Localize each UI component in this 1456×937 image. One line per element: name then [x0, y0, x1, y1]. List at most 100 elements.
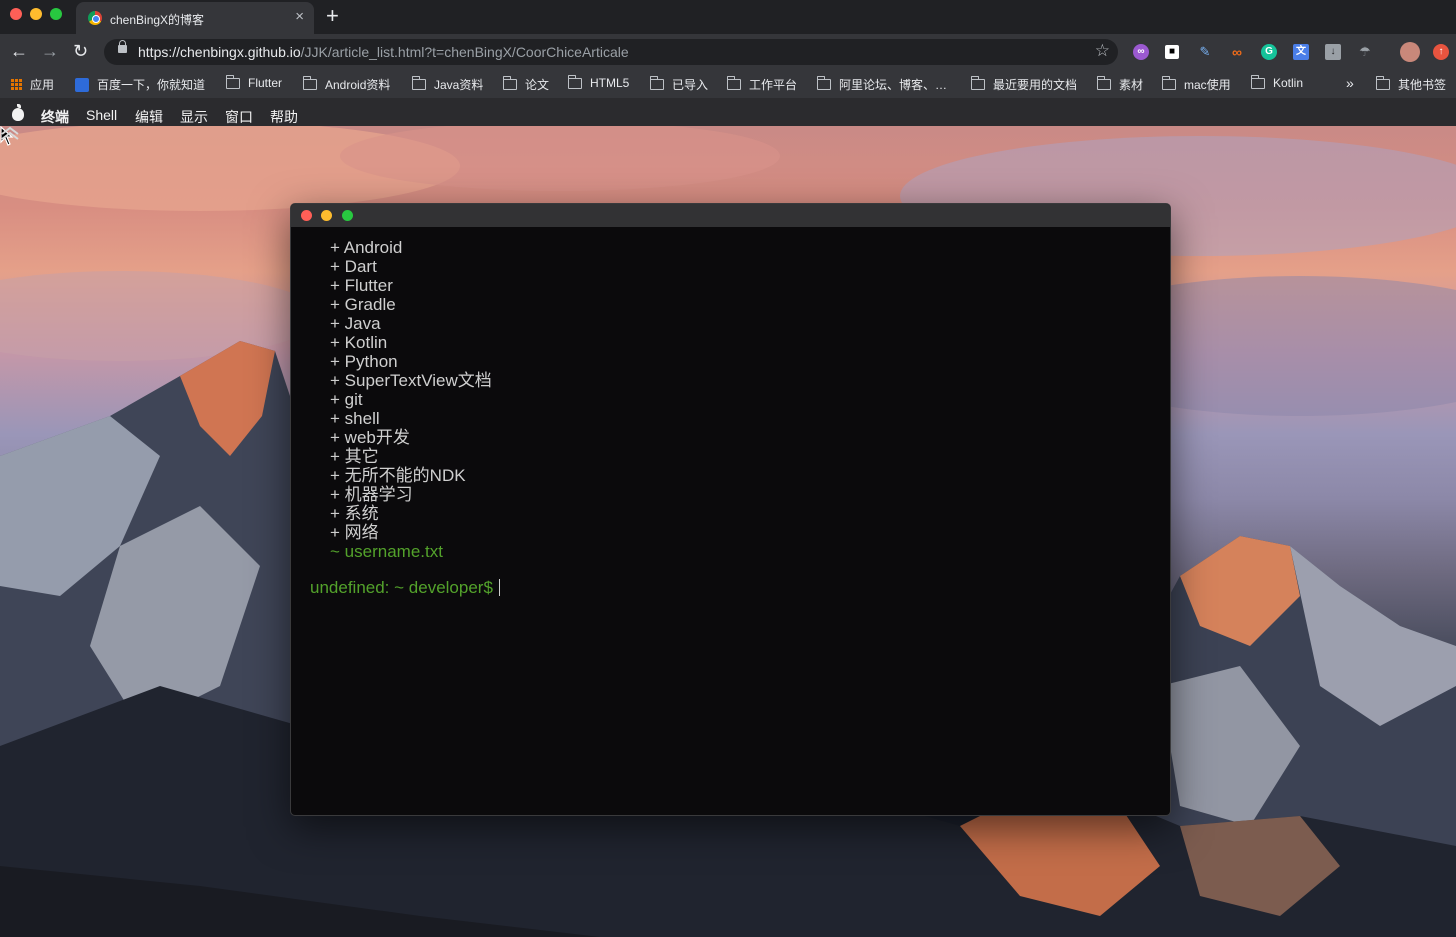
bookmark-label: HTML5 — [590, 76, 630, 90]
browser-toolbar: ← → ↻ https://chenbingx.github.io/JJK/ar… — [0, 34, 1456, 70]
terminal-close-button[interactable] — [301, 210, 312, 221]
url-path: /JJK/article_list.html?t=chenBingX/CoorC… — [300, 44, 629, 60]
dir-name: git — [344, 390, 363, 409]
new-tab-button[interactable]: + — [326, 4, 339, 28]
folder-icon — [503, 76, 517, 90]
infinity-extension-icon[interactable]: ∞ — [1229, 44, 1245, 60]
dir-name: web开发 — [344, 428, 410, 447]
bookmark-folder-recent-docs[interactable]: 最近要用的文档 — [971, 76, 1077, 93]
terminal-minimize-button[interactable] — [321, 210, 332, 221]
baidu-paw-icon — [75, 77, 89, 92]
bookmark-star-icon[interactable]: ☆ — [1095, 41, 1110, 61]
menu-shell[interactable]: Shell — [86, 107, 117, 123]
close-window-button[interactable] — [10, 8, 22, 20]
address-bar[interactable]: https://chenbingx.github.io/JJK/article_… — [104, 39, 1118, 65]
dir-entry[interactable]: + web开发 — [330, 428, 410, 447]
grammarly-extension-icon[interactable]: G — [1261, 44, 1277, 60]
chevron-up-icon[interactable] — [0, 126, 20, 140]
prompt-text: undefined: ~ developer$ — [310, 578, 493, 597]
pen-extension-icon[interactable]: ✎ — [1197, 44, 1213, 60]
bookmark-label: 工作平台 — [749, 78, 798, 92]
folder-icon — [727, 76, 741, 90]
bookmark-folder-work-platform[interactable]: 工作平台 — [727, 76, 797, 93]
menu-window[interactable]: 窗口 — [225, 107, 253, 127]
red-circle-extension-icon[interactable]: ↑ — [1433, 44, 1449, 60]
terminal-output[interactable]: + Android + Dart + Flutter + Gradle + Ja… — [291, 227, 1170, 815]
folder-icon — [650, 76, 664, 90]
bookmark-folder-assets[interactable]: 素材 — [1097, 76, 1143, 93]
dir-entry[interactable]: + 系统 — [330, 504, 379, 523]
folder-icon — [817, 76, 831, 90]
reload-icon[interactable]: ↻ — [73, 40, 88, 62]
apple-logo-icon[interactable] — [12, 104, 24, 121]
dir-entry[interactable]: + SuperTextView文档 — [330, 371, 492, 390]
dir-name: Python — [344, 352, 398, 371]
dir-entry[interactable]: + Kotlin — [330, 333, 387, 352]
profile-avatar[interactable] — [1400, 42, 1420, 62]
forward-arrow-icon[interactable]: → — [41, 40, 59, 62]
umbrella-extension-icon[interactable]: ☂ — [1357, 44, 1373, 60]
dir-entry[interactable]: + git — [330, 390, 363, 409]
folder-icon — [303, 76, 317, 90]
bookmark-baidu[interactable]: 百度一下，你就知道 — [75, 76, 205, 93]
dir-entry[interactable]: + Python — [330, 352, 398, 371]
menu-edit[interactable]: 编辑 — [135, 107, 163, 127]
bookmark-folder-ali-forum[interactable]: 阿里论坛、博客、… — [817, 76, 947, 93]
dir-marker: + — [330, 257, 340, 276]
dir-name: shell — [344, 409, 380, 428]
dir-entry[interactable]: + shell — [330, 409, 380, 428]
file-entry[interactable]: ~ username.txt — [330, 542, 443, 561]
terminal-zoom-button[interactable] — [342, 210, 353, 221]
bookmark-folder-imported[interactable]: 已导入 — [650, 76, 708, 93]
dir-marker: + — [330, 466, 340, 485]
bookmark-label: 最近要用的文档 — [993, 78, 1078, 92]
bookmark-folder-flutter[interactable]: Flutter — [226, 74, 283, 90]
url-text[interactable]: https://chenbingx.github.io/JJK/article_… — [138, 44, 629, 60]
dir-marker: + — [330, 428, 340, 447]
bookmark-folder-kotlin[interactable]: Kotlin — [1251, 74, 1303, 90]
square-extension-icon[interactable]: ■ — [1165, 45, 1179, 59]
menu-terminal[interactable]: 终端 — [41, 107, 69, 127]
dir-marker: + — [330, 295, 340, 314]
menu-view[interactable]: 显示 — [180, 107, 208, 127]
translate-extension-icon[interactable]: 文 — [1293, 44, 1309, 60]
terminal-window[interactable]: + Android + Dart + Flutter + Gradle + Ja… — [290, 203, 1171, 816]
dir-entry[interactable]: + Dart — [330, 257, 377, 276]
folder-icon — [1162, 76, 1176, 90]
browser-tab[interactable]: chenBingX的博客 × — [76, 2, 314, 34]
bookmark-folder-android[interactable]: Android资料 — [303, 76, 390, 93]
dir-entry[interactable]: + Gradle — [330, 295, 396, 314]
dir-entry[interactable]: + 无所不能的NDK — [330, 466, 466, 485]
command-prompt[interactable]: undefined: ~ developer$ — [310, 578, 500, 597]
bookmark-apps[interactable]: 应用 — [11, 76, 54, 93]
bookmark-folder-other[interactable]: 其他书签 — [1376, 76, 1446, 93]
bookmark-folder-html5[interactable]: HTML5 — [568, 74, 630, 90]
bookmark-label: Flutter — [248, 76, 283, 90]
purple-circle-extension-icon[interactable]: ∞ — [1133, 44, 1149, 60]
dir-entry[interactable]: + 网络 — [330, 523, 379, 542]
dir-name: 无所不能的NDK — [344, 466, 466, 485]
dir-entry[interactable]: + 其它 — [330, 447, 379, 466]
terminal-title-bar[interactable] — [291, 204, 1170, 227]
menu-help[interactable]: 帮助 — [270, 107, 298, 127]
url-host: https://chenbingx.github.io — [138, 44, 301, 60]
folder-icon — [226, 74, 240, 89]
dir-marker: + — [330, 238, 340, 257]
folder-icon — [1251, 74, 1265, 89]
zoom-window-button[interactable] — [50, 8, 62, 20]
minimize-window-button[interactable] — [30, 8, 42, 20]
dir-marker: + — [330, 485, 340, 504]
dir-entry[interactable]: + 机器学习 — [330, 485, 413, 504]
bookmarks-overflow-button[interactable]: » — [1346, 75, 1354, 91]
dir-entry[interactable]: + Java — [330, 314, 381, 333]
download-extension-icon[interactable]: ↓ — [1325, 44, 1341, 60]
bookmark-folder-java[interactable]: Java资料 — [412, 76, 483, 93]
tab-close-icon[interactable]: × — [295, 9, 304, 25]
bookmark-folder-papers[interactable]: 论文 — [503, 76, 549, 93]
back-arrow-icon[interactable]: ← — [10, 40, 28, 62]
bookmark-folder-mac[interactable]: mac使用 — [1162, 76, 1231, 93]
dir-entry[interactable]: + Flutter — [330, 276, 393, 295]
bookmark-label: 其他书签 — [1398, 78, 1447, 92]
dir-entry[interactable]: + Android — [330, 238, 402, 257]
bookmarks-bar: 应用 百度一下，你就知道 Flutter Android资料 Java资料 论文… — [0, 70, 1456, 98]
